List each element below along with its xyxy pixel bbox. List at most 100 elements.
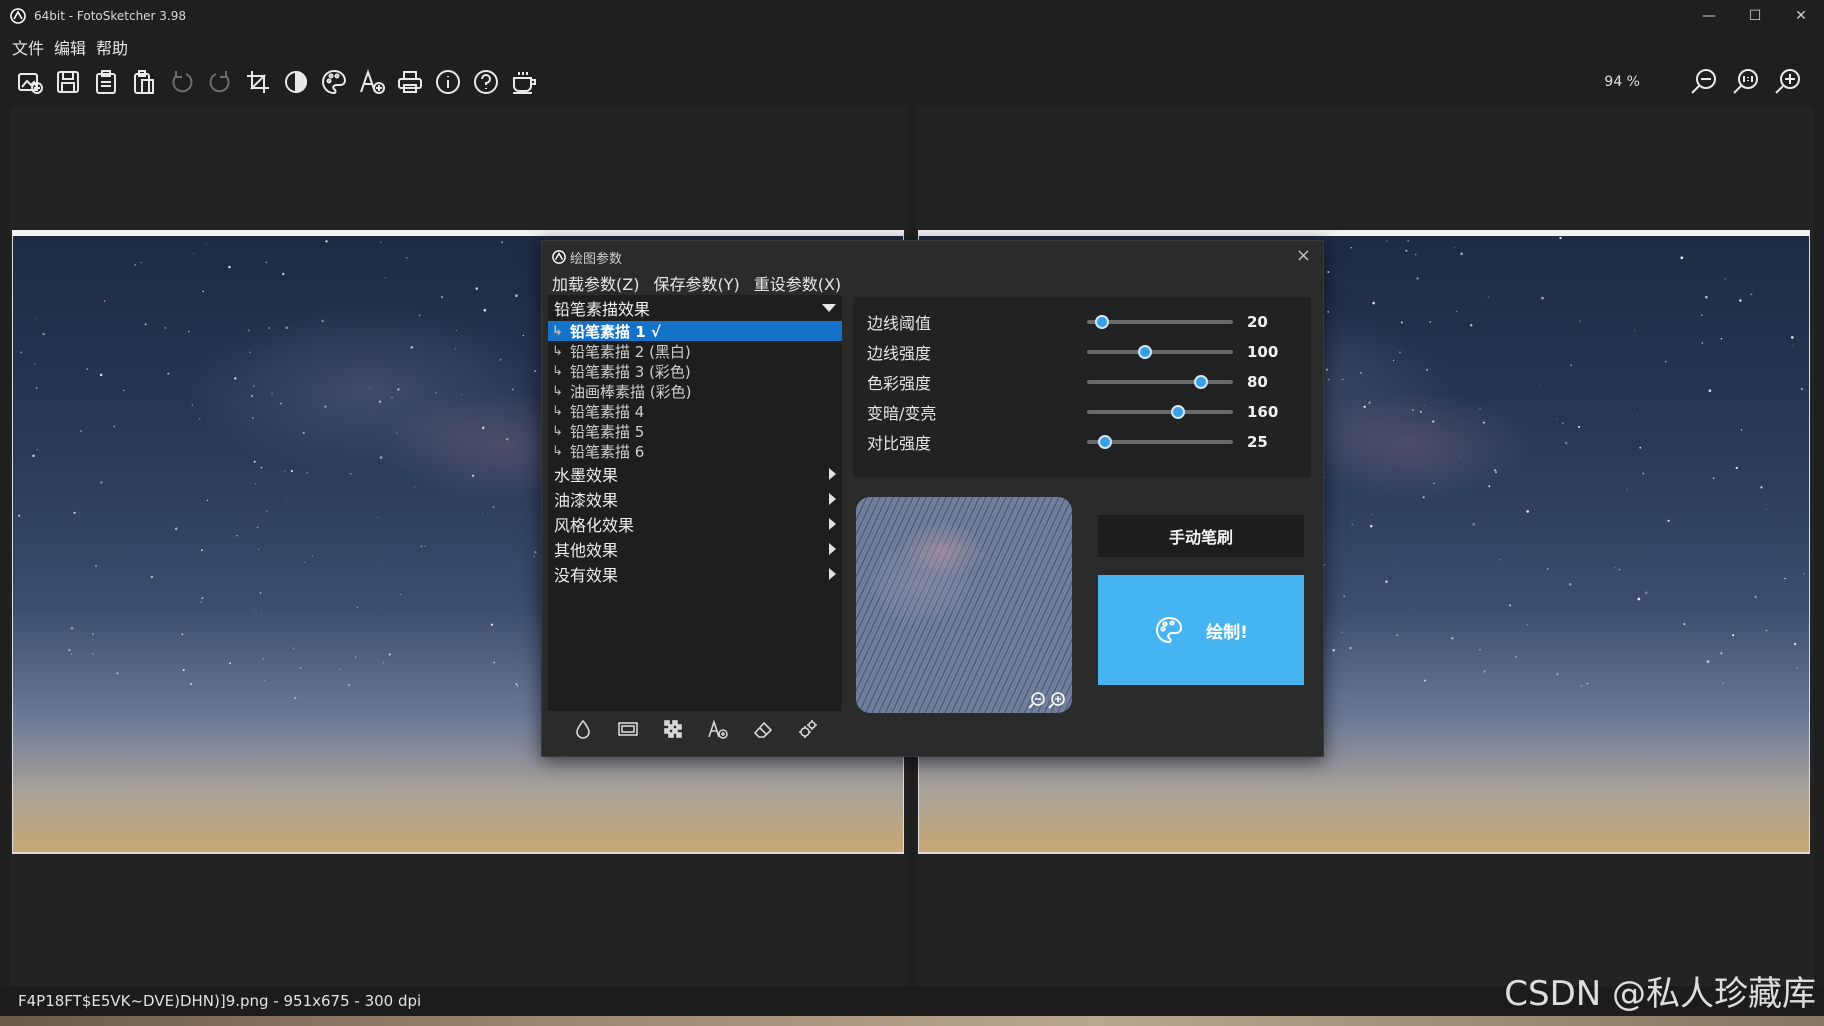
star [452, 284, 454, 286]
star [202, 290, 204, 293]
effect-item[interactable]: ↳ 铅笔素描 5 [548, 421, 842, 441]
star [188, 330, 190, 333]
star [1433, 482, 1435, 484]
edge-strength-slider[interactable] [1087, 345, 1233, 359]
star [1369, 524, 1373, 528]
parameters-panel: 边线阈值 20 边线强度 100 色彩强度 80 变暗/变亮 160 对比强度 … [853, 297, 1311, 477]
effect-group-paint[interactable]: 油漆效果 [548, 486, 842, 511]
effect-item[interactable]: ↳ 铅笔素描 6 [548, 441, 842, 461]
star [1363, 405, 1366, 408]
star [68, 649, 71, 652]
crop-icon[interactable] [242, 66, 274, 98]
effect-group-pencil[interactable]: 铅笔素描效果 [548, 295, 842, 321]
star [1422, 496, 1425, 499]
slider-knob[interactable] [1094, 315, 1109, 329]
coffee-icon[interactable] [508, 66, 540, 98]
water-drop-icon[interactable] [572, 718, 594, 744]
slider-knob[interactable] [1097, 435, 1112, 449]
effect-item[interactable]: ↳ 铅笔素描 4 [548, 401, 842, 421]
star [20, 351, 23, 354]
effect-group-none[interactable]: 没有效果 [548, 561, 842, 586]
star [236, 535, 238, 537]
texture-icon[interactable] [662, 718, 684, 744]
palette-icon[interactable] [318, 66, 350, 98]
star [1750, 293, 1753, 296]
star [1705, 295, 1708, 299]
star [193, 253, 195, 255]
star [259, 592, 262, 594]
slider-knob[interactable] [1193, 375, 1208, 389]
star [1368, 401, 1371, 404]
effect-item[interactable]: ↳ 铅笔素描 2 (黑白) [548, 341, 842, 361]
help-icon[interactable] [470, 66, 502, 98]
zoom-actual-icon[interactable] [1730, 66, 1762, 98]
undo-icon[interactable] [166, 66, 198, 98]
star [1385, 580, 1388, 583]
star [279, 402, 282, 405]
zoom-out-icon[interactable] [1688, 66, 1720, 98]
frame-icon[interactable] [617, 718, 639, 744]
zoom-out-icon[interactable] [1028, 691, 1046, 709]
print-icon[interactable] [394, 66, 426, 98]
star [1411, 408, 1414, 411]
star [455, 330, 457, 332]
star [252, 417, 254, 419]
info-icon[interactable] [432, 66, 464, 98]
close-button[interactable]: ✕ [1778, 0, 1824, 32]
star [1482, 421, 1485, 424]
manual-brush-button[interactable]: 手动笔刷 [1098, 515, 1304, 557]
settings-icon[interactable] [797, 718, 819, 744]
add-text-icon[interactable] [356, 66, 388, 98]
param-edge-threshold: 边线阈值 20 [867, 313, 1268, 333]
star [347, 683, 351, 687]
add-text-icon[interactable] [707, 718, 729, 744]
edge-threshold-slider[interactable] [1087, 315, 1233, 329]
star [306, 472, 308, 474]
star [1556, 418, 1558, 420]
load-params-menu[interactable]: 加载参数(Z) [552, 271, 639, 295]
color-strength-slider[interactable] [1087, 375, 1233, 389]
save-params-menu[interactable]: 保存参数(Y) [653, 271, 739, 295]
menu-edit[interactable]: 编辑 [54, 35, 86, 59]
brightness-slider[interactable] [1087, 405, 1233, 419]
star [1460, 252, 1464, 256]
eraser-icon[interactable] [752, 718, 774, 744]
star [515, 683, 518, 686]
effect-item[interactable]: ↳ 铅笔素描 1 √ [548, 321, 842, 341]
maximize-button[interactable]: ☐ [1732, 0, 1778, 32]
star [1350, 246, 1352, 249]
subitem-arrow-icon: ↳ [552, 343, 563, 359]
star [181, 633, 184, 636]
reset-params-menu[interactable]: 重设参数(X) [754, 271, 841, 295]
menu-file[interactable]: 文件 [12, 35, 44, 59]
save-icon[interactable] [52, 66, 84, 98]
star [1546, 568, 1549, 570]
menu-help[interactable]: 帮助 [96, 35, 128, 59]
zoom-in-icon[interactable] [1772, 66, 1804, 98]
contrast-slider[interactable] [1087, 435, 1233, 449]
star [356, 606, 359, 608]
effect-item[interactable]: ↳ 油画棒素描 (彩色) [548, 381, 842, 401]
effect-item[interactable]: ↳ 铅笔素描 3 (彩色) [548, 361, 842, 381]
star [1467, 545, 1469, 547]
redo-icon[interactable] [204, 66, 236, 98]
star [490, 623, 494, 626]
star [182, 669, 185, 672]
zoom-in-icon[interactable] [1048, 691, 1066, 709]
star [1739, 299, 1742, 302]
minimize-button[interactable]: — [1686, 0, 1732, 32]
effect-group-ink[interactable]: 水墨效果 [548, 461, 842, 486]
contrast-icon[interactable] [280, 66, 312, 98]
effect-preview[interactable] [856, 497, 1072, 713]
save-clipboard-icon[interactable] [90, 66, 122, 98]
draw-button[interactable]: 绘制! [1098, 575, 1304, 685]
open-image-icon[interactable] [14, 66, 46, 98]
effect-group-other[interactable]: 其他效果 [548, 536, 842, 561]
slider-knob[interactable] [1170, 405, 1185, 419]
paste-icon[interactable] [128, 66, 160, 98]
slider-knob[interactable] [1138, 345, 1153, 359]
effect-group-stylize[interactable]: 风格化效果 [548, 511, 842, 536]
dialog-close-button[interactable]: × [1296, 245, 1311, 266]
star [290, 469, 293, 473]
star [354, 656, 357, 658]
